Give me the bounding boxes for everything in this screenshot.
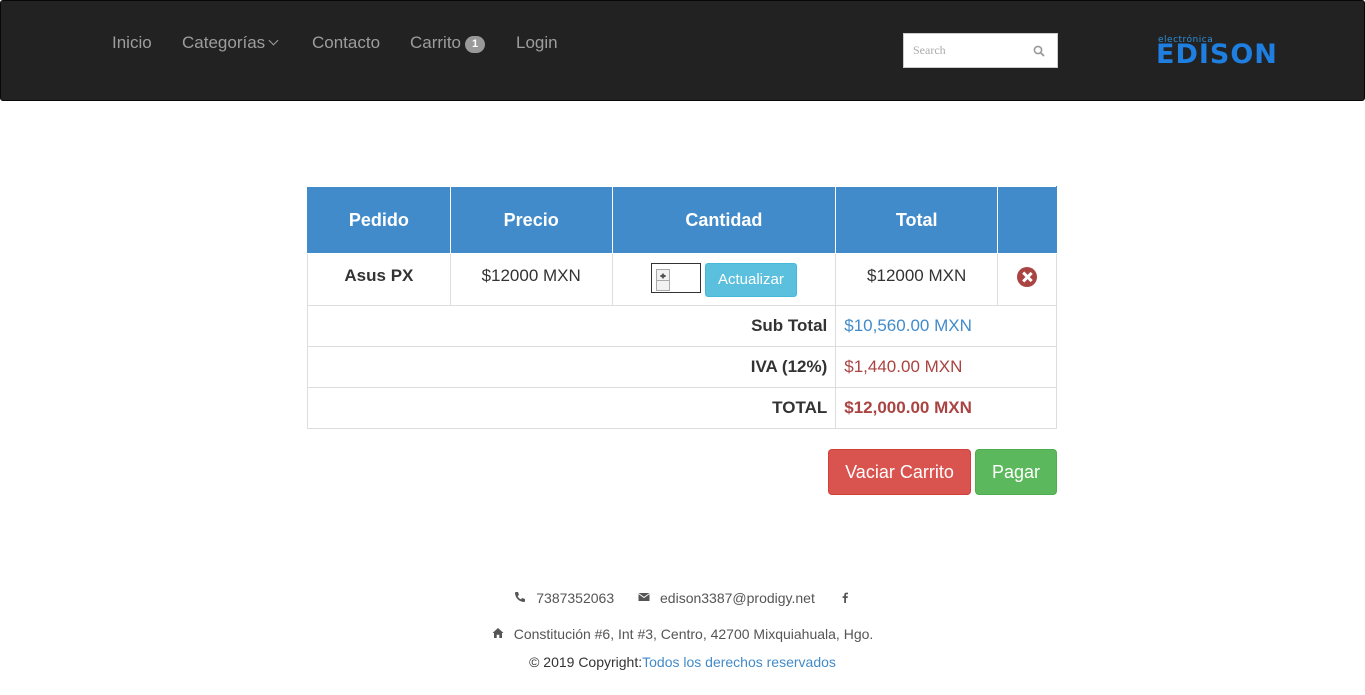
subtotal-label: Sub Total xyxy=(306,305,837,347)
quantity-cell: 1 Actualizar xyxy=(611,253,837,306)
total-row: TOTAL $12,000.00 MXN xyxy=(306,387,1057,429)
envelope-icon xyxy=(638,593,650,602)
cart-header-row: Pedido Precio Cantidad Total xyxy=(307,186,1057,254)
footer-phone: 7387352063 xyxy=(536,590,615,606)
search-icon[interactable] xyxy=(1033,45,1045,57)
remove-cell xyxy=(997,253,1057,306)
cart-table: Pedido Precio Cantidad Total Asus PX $12… xyxy=(306,186,1057,429)
nav-carrito[interactable]: Carrito 1 xyxy=(410,33,486,54)
search-box xyxy=(903,33,1058,68)
table-row: Asus PX $12000 MXN 1 Actualizar $12000 M… xyxy=(307,253,1057,306)
empty-cart-button[interactable]: Vaciar Carrito xyxy=(828,449,971,495)
remove-item-icon[interactable] xyxy=(1017,267,1038,287)
header-cantidad: Cantidad xyxy=(611,186,837,254)
rights-link[interactable]: Todos los derechos reservados xyxy=(642,654,836,670)
logo-title: EDISON xyxy=(1156,39,1278,70)
subtotal-value: $10,560.00 MXN xyxy=(835,305,1057,347)
total-label: TOTAL xyxy=(306,387,837,429)
home-icon xyxy=(492,628,504,639)
product-total: $12000 MXN xyxy=(835,253,999,306)
header-remove xyxy=(997,186,1057,254)
cart-count-badge: 1 xyxy=(465,36,486,53)
footer-address-line: Constitución #6, Int #3, Centro, 42700 M… xyxy=(0,626,1365,642)
footer-contact: 7387352063 edison3387@prodigy.net xyxy=(0,590,1365,606)
nav-carrito-label: Carrito xyxy=(410,33,462,52)
nav-login[interactable]: Login xyxy=(516,33,558,53)
spinner-arrows-icon[interactable] xyxy=(655,269,670,291)
total-value: $12,000.00 MXN xyxy=(835,387,1057,429)
facebook-icon[interactable] xyxy=(839,591,851,604)
nav-categorias[interactable]: Categorías xyxy=(182,33,279,53)
iva-value: $1,440.00 MXN xyxy=(835,346,1057,388)
chevron-down-icon xyxy=(268,35,279,46)
footer-email[interactable]: edison3387@prodigy.net xyxy=(660,590,815,606)
footer-copyright-line: © 2019 Copyright:Todos los derechos rese… xyxy=(0,654,1365,670)
quantity-stepper[interactable]: 1 xyxy=(650,263,701,293)
header-pedido: Pedido xyxy=(307,186,451,254)
iva-label: IVA (12%) xyxy=(306,346,837,388)
header-total: Total xyxy=(835,186,999,254)
product-price: $12000 MXN xyxy=(449,253,613,306)
header-precio: Precio xyxy=(449,186,613,254)
pay-button[interactable]: Pagar xyxy=(975,449,1057,495)
nav-categorias-label: Categorías xyxy=(182,33,266,52)
footer-address: Constitución #6, Int #3, Centro, 42700 M… xyxy=(513,626,874,642)
nav-inicio[interactable]: Inicio xyxy=(112,33,152,53)
update-button[interactable]: Actualizar xyxy=(704,263,797,297)
nav-contacto[interactable]: Contacto xyxy=(312,33,380,53)
footer-copyright: © 2019 Copyright: xyxy=(529,654,643,670)
iva-row: IVA (12%) $1,440.00 MXN xyxy=(306,346,1057,388)
product-name: Asus PX xyxy=(307,253,451,306)
phone-icon xyxy=(515,592,526,603)
subtotal-row: Sub Total $10,560.00 MXN xyxy=(306,305,1057,347)
search-input[interactable] xyxy=(904,34,1024,67)
edison-logo[interactable]: electrónica EDISON xyxy=(1156,35,1277,69)
navbar: Inicio Categorías Contacto Carrito 1 Logi… xyxy=(0,0,1365,101)
